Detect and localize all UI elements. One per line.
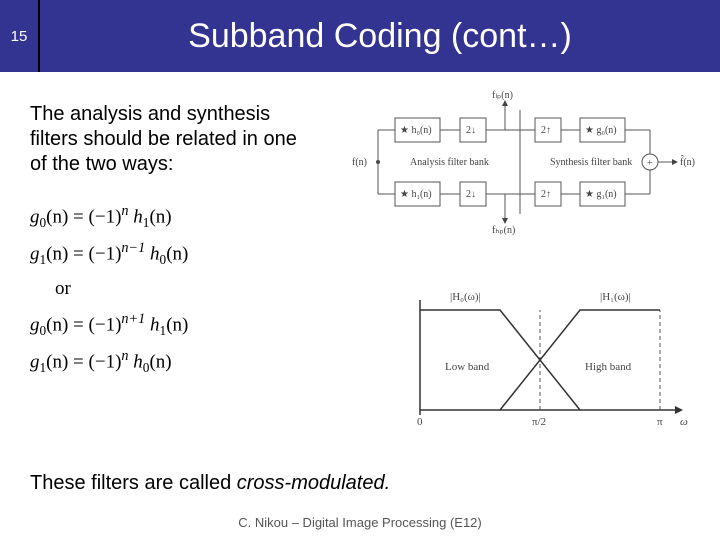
spectrum-plot: |H₀(ω)| |H₁(ω)| Low band High band 0 π/2… [390,280,690,440]
closing-text: These filters are called cross-modulated… [30,472,390,495]
svg-text:π: π [657,416,663,428]
svg-text:2↓: 2↓ [466,189,476,200]
svg-text:|H₁(ω)|: |H₁(ω)| [600,291,631,303]
svg-text:+: + [647,158,653,169]
svg-text:|H₀(ω)|: |H₀(ω)| [450,291,481,303]
svg-text:2↑: 2↑ [541,125,551,136]
svg-text:Low band: Low band [445,361,490,373]
svg-text:★ g₁(n): ★ g₁(n) [585,189,617,200]
intro-text: The analysis and synthesis filters shoul… [30,102,310,177]
page-number: 15 [0,0,40,72]
equation-2: g1(n) = (−1)n−1 h0(n) [30,239,690,268]
svg-text:2↑: 2↑ [541,189,551,200]
svg-text:★ h₀(n): ★ h₀(n) [400,125,432,136]
svg-text:★ h₁(n): ★ h₁(n) [400,189,432,200]
svg-text:fₗₚ(n): fₗₚ(n) [492,90,513,101]
footer-text: C. Nikou – Digital Image Processing (E12… [0,515,720,530]
slide-header: 15 Subband Coding (cont…) [0,0,720,72]
svg-text:2↓: 2↓ [466,125,476,136]
slide-title: Subband Coding (cont…) [40,0,720,72]
svg-text:High band: High band [585,361,632,373]
svg-text:0: 0 [417,416,423,428]
svg-text:π/2: π/2 [532,416,546,428]
svg-text:f̂(n): f̂(n) [680,155,695,168]
analysis-label: Analysis filter bank [410,157,489,168]
svg-text:fₕₚ(n): fₕₚ(n) [492,225,515,235]
svg-text:ω: ω [680,416,688,428]
svg-text:★ g₀(n): ★ g₀(n) [585,125,617,136]
filterbank-diagram: f(n) ★ h₀(n) ★ h₁(n) 2↓ 2↓ fₗₚ(n) fₕₚ(n)… [350,90,700,235]
synthesis-label: Synthesis filter bank [550,157,632,168]
input-label: f(n) [352,157,367,168]
